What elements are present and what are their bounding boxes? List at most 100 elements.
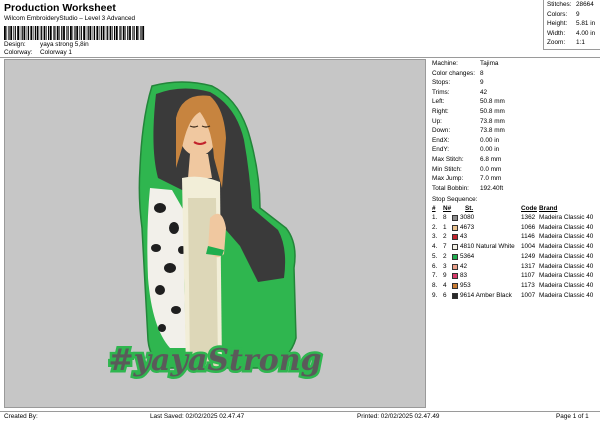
thread-code: 43 xyxy=(460,233,468,241)
spec-value: 73.8 mm xyxy=(480,127,505,135)
thread-code: 4810 Natural White xyxy=(460,243,515,251)
spec-label: Machine: xyxy=(432,60,458,67)
divider xyxy=(0,57,600,58)
column-header: N# xyxy=(443,205,452,212)
barcode-bar xyxy=(26,26,28,40)
thread-brand: Madeira Classic 40 xyxy=(539,262,594,270)
needle-number: 4 xyxy=(443,281,447,289)
page-title: Production Worksheet xyxy=(4,2,116,14)
stop-number: 7. xyxy=(432,272,438,280)
spec-value: 0.00 in xyxy=(480,136,500,144)
spec-value: 8 xyxy=(480,69,484,77)
spec-value: 7.0 mm xyxy=(480,175,502,183)
divider xyxy=(0,411,600,412)
spec-label: EndX: xyxy=(432,136,450,144)
needle-number: 1 xyxy=(443,223,447,231)
thread-brand: Madeira Classic 40 xyxy=(539,214,594,221)
thread-code: 4673 xyxy=(460,223,475,231)
stitch-count: 1004 xyxy=(521,243,536,251)
barcode-bar xyxy=(54,26,56,40)
barcode-bar xyxy=(102,26,105,40)
stop-number: 1. xyxy=(432,214,438,221)
spec-label: Max Stitch: xyxy=(432,156,464,163)
barcode-bar xyxy=(70,26,72,40)
barcode-bar xyxy=(6,26,8,40)
needle-number: 9 xyxy=(443,272,447,280)
needle-number: 2 xyxy=(443,252,447,260)
color-swatch xyxy=(452,224,458,231)
barcode-bar xyxy=(21,26,23,40)
spec-label: Min Stitch: xyxy=(432,165,462,173)
stop-number: 9. xyxy=(432,291,438,299)
spec-label: Stops: xyxy=(432,79,451,87)
barcode-bar xyxy=(74,26,76,40)
spec-label: Max Jump: xyxy=(432,175,464,183)
column-header: St. xyxy=(465,205,474,212)
needle-number: 3 xyxy=(443,262,447,270)
spec-label: Total Bobbin: xyxy=(432,184,469,192)
column-header: Brand xyxy=(539,205,558,212)
barcode-bar xyxy=(109,26,112,40)
spec-value: 192.40ft xyxy=(480,184,504,192)
barcode-bar xyxy=(53,26,54,40)
spec-label: Color changes: xyxy=(432,69,475,77)
thread-brand: Madeira Classic 40 xyxy=(539,233,594,241)
barcode-bar xyxy=(61,26,63,40)
barcode-bar xyxy=(46,26,47,40)
barcode-bar xyxy=(112,26,113,40)
column-header: Code xyxy=(521,205,537,212)
color-swatch xyxy=(452,292,458,299)
stitch-count: 1107 xyxy=(521,272,535,280)
barcode-bar xyxy=(39,26,41,40)
color-swatch xyxy=(452,215,458,221)
barcode-bar xyxy=(17,26,19,40)
stop-number: 6. xyxy=(432,262,438,270)
barcode-bar xyxy=(13,26,14,40)
barcode-bar xyxy=(107,26,109,40)
stop-number: 8. xyxy=(432,281,438,289)
spec-value: 73.8 mm xyxy=(480,117,505,125)
barcode-bar xyxy=(122,26,125,40)
barcode-bar xyxy=(67,26,69,40)
barcode-bar xyxy=(59,26,60,40)
thread-code: 3080 xyxy=(460,214,475,221)
stop-sequence-title: Stop Sequence: xyxy=(432,196,478,203)
page-number: Page 1 of 1 xyxy=(556,413,589,420)
barcode-bar xyxy=(19,26,21,40)
colorway-label: Colorway: xyxy=(4,49,33,56)
barcode-bar xyxy=(27,26,30,40)
barcode-bar xyxy=(4,26,6,40)
color-swatch xyxy=(452,234,458,241)
thread-brand: Madeira Classic 40 xyxy=(539,281,594,289)
stitch-count: 1317 xyxy=(521,262,536,270)
summary-label: Width: xyxy=(547,29,566,37)
barcode-bar xyxy=(23,26,26,40)
barcode-bar xyxy=(119,26,120,40)
colorway-value: Colorway 1 xyxy=(40,49,72,56)
column-header: # xyxy=(432,205,436,212)
barcode-bar xyxy=(142,26,145,40)
barcode-bar xyxy=(96,26,99,40)
needle-number: 2 xyxy=(443,233,447,241)
design-value: yaya strong 5,8in xyxy=(40,41,89,48)
created-by: Created By: xyxy=(4,413,38,420)
barcode-bar xyxy=(140,26,142,40)
thread-brand: Madeira Classic 40 xyxy=(539,223,594,231)
summary-label: Zoom: xyxy=(547,39,566,46)
needle-number: 6 xyxy=(443,291,447,299)
barcode-bar xyxy=(34,26,36,40)
barcode-bar xyxy=(115,26,118,40)
barcode-bar xyxy=(129,26,131,40)
barcode-bar xyxy=(32,26,34,40)
summary-value: 5.81 in xyxy=(576,20,596,27)
design-hashtag-text: #yayaStrong xyxy=(108,343,321,378)
barcode-bar xyxy=(66,26,67,40)
barcode-bar xyxy=(87,26,89,40)
thread-code: 5364 xyxy=(460,252,475,260)
barcode-bar xyxy=(56,26,59,40)
software-subtitle: Wilcom EmbroideryStudio – Level 3 Advanc… xyxy=(4,15,136,22)
barcode-bar xyxy=(63,26,65,40)
spec-label: EndY: xyxy=(432,146,450,154)
spec-label: Left: xyxy=(432,98,445,106)
thread-code: 9614 Amber Black xyxy=(460,291,512,299)
